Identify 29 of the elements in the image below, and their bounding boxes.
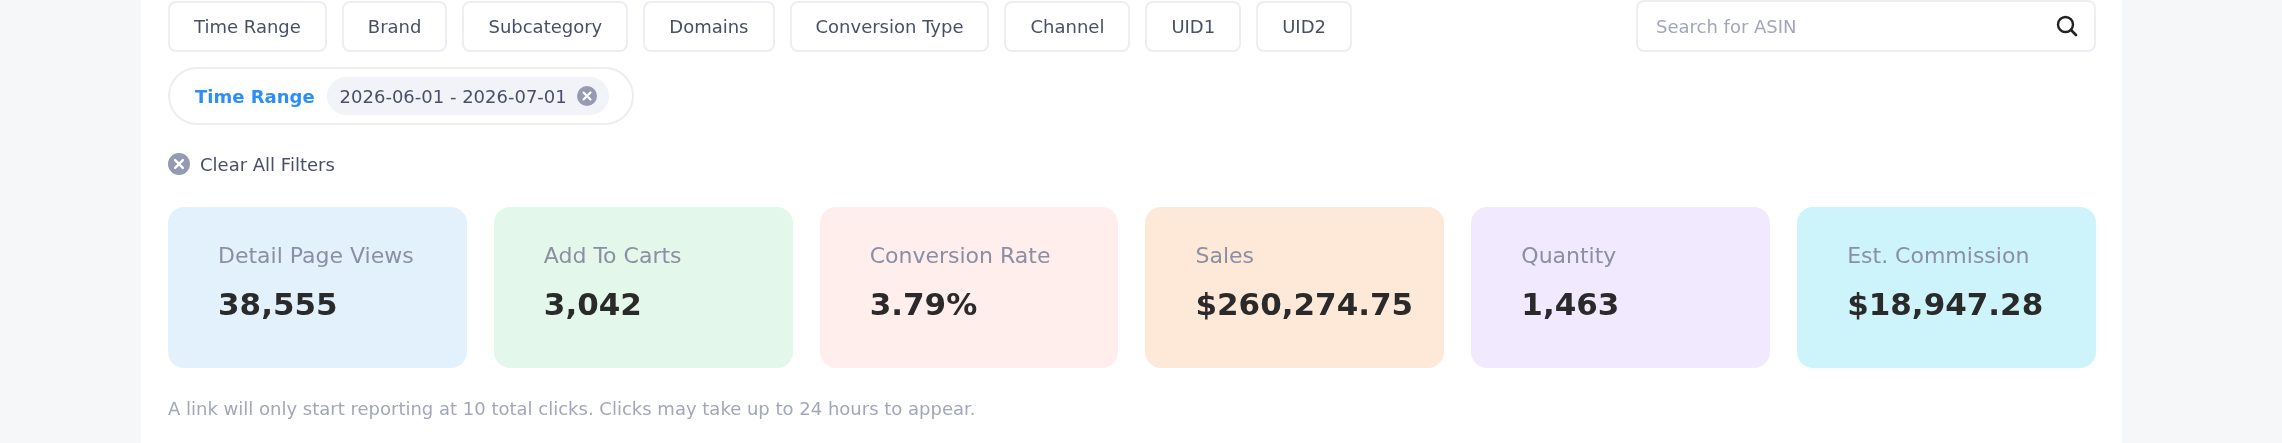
metric-value: 3.79% [869, 286, 979, 322]
metric-value: $18,947.28 [1847, 286, 2045, 322]
metric-label: Add To Carts [543, 243, 683, 268]
metric-value: 1,463 [1521, 286, 1621, 322]
search-field[interactable]: Search for ASIN [1636, 0, 2096, 52]
filter-button[interactable]: Time Range [168, 1, 327, 52]
clear-icon[interactable] [168, 153, 190, 175]
filter-label: Time Range [195, 85, 315, 107]
filter-button[interactable]: Subcategory [462, 1, 629, 52]
chip-text: 2026-06-01 - 2026-07-01 [339, 85, 567, 107]
metric-value: 38,555 [218, 286, 339, 322]
metric-label: Est. Commission [1847, 243, 2031, 268]
filter-button[interactable]: Domains [643, 1, 775, 52]
filter-button[interactable]: UID1 [1145, 1, 1242, 52]
filter-button[interactable]: UID2 [1256, 1, 1352, 52]
metric-value: 3,042 [543, 286, 643, 322]
filter-button[interactable]: Conversion Type [789, 1, 990, 52]
metric-label: Conversion Rate [869, 243, 1052, 268]
metric-label: Quantity [1521, 243, 1618, 268]
filter-button[interactable]: Brand [341, 1, 448, 52]
metric-value: $260,274.75 [1195, 286, 1415, 322]
filter-chip[interactable]: 2026-06-01 - 2026-07-01 [326, 77, 609, 115]
search-icon[interactable] [2056, 15, 2078, 37]
close-icon[interactable] [576, 86, 597, 106]
filter-button[interactable]: Channel [1004, 1, 1131, 52]
clear-filters-link[interactable]: Clear All Filters [200, 153, 335, 175]
note-text: A link will only start reporting at 10 total clicks. Clicks may take up to 24 hours to appear. [168, 398, 977, 419]
metric-label: Sales [1195, 243, 1256, 268]
metric-label: Detail Page Views [218, 243, 415, 268]
